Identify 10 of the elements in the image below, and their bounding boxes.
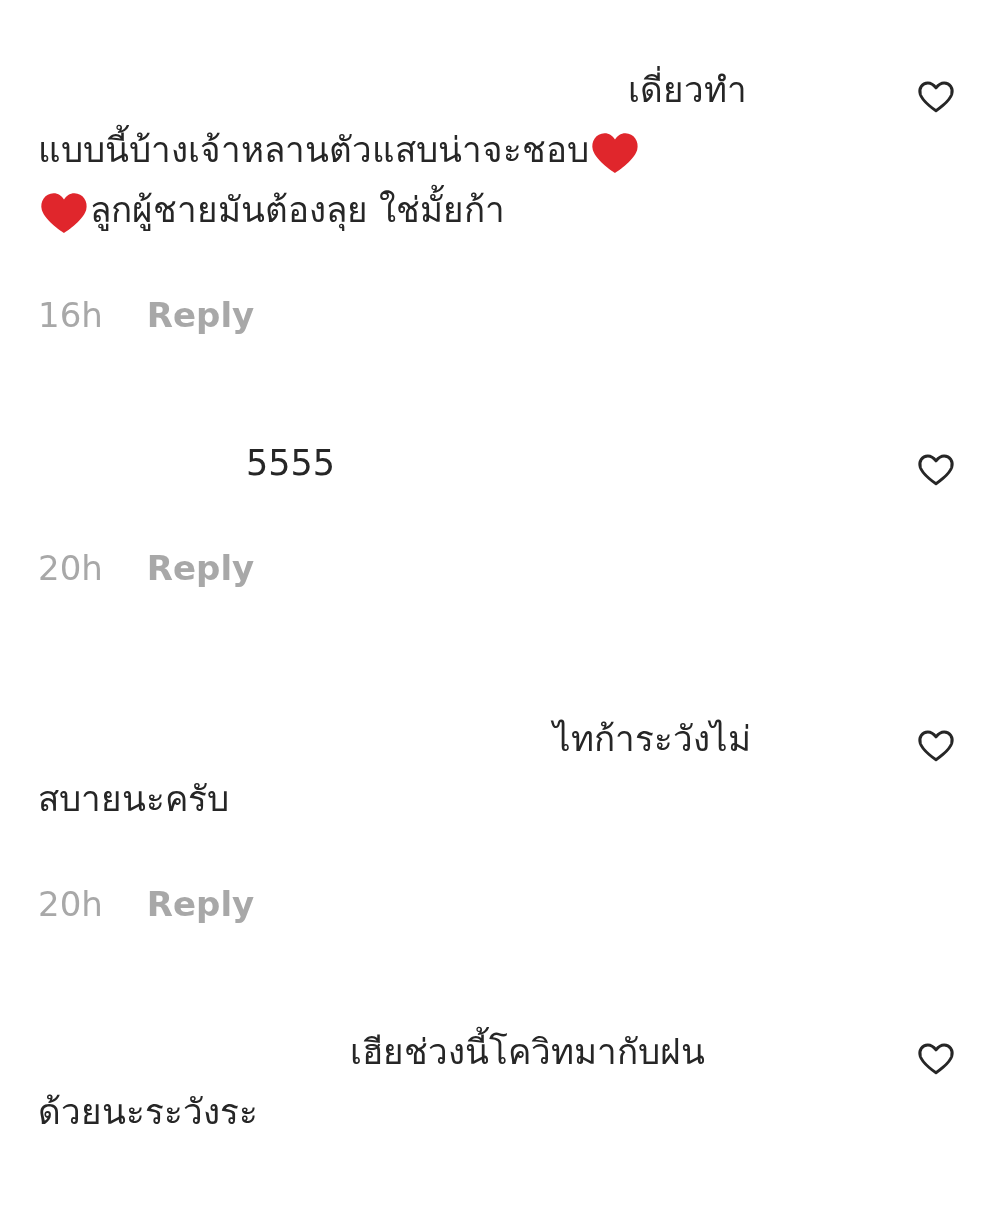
- comment-time: 20h: [38, 883, 103, 926]
- comment-text: เฮียช่วงนี้โควิทมากับฝน ด้วยนะระวังระ: [38, 1022, 888, 1142]
- comment-time: 16h: [38, 294, 103, 337]
- comment-text: ไทก้าระวังไม่ สบายนะครับ: [38, 718, 752, 821]
- reply-link[interactable]: Reply: [146, 879, 255, 930]
- comment-text: 5555: [245, 442, 337, 485]
- reply-link[interactable]: Reply: [146, 290, 255, 341]
- comment-text: เดี่ยวทำ แบบนี้บ้างเจ้าหลานตัวแสบน่าจะชอบ ลูกผู้ชายมันต้องลุย ใช่มั้ยก้า: [38, 60, 888, 240]
- comment-time: 20h: [38, 547, 103, 590]
- reply-link[interactable]: Reply: [146, 543, 255, 594]
